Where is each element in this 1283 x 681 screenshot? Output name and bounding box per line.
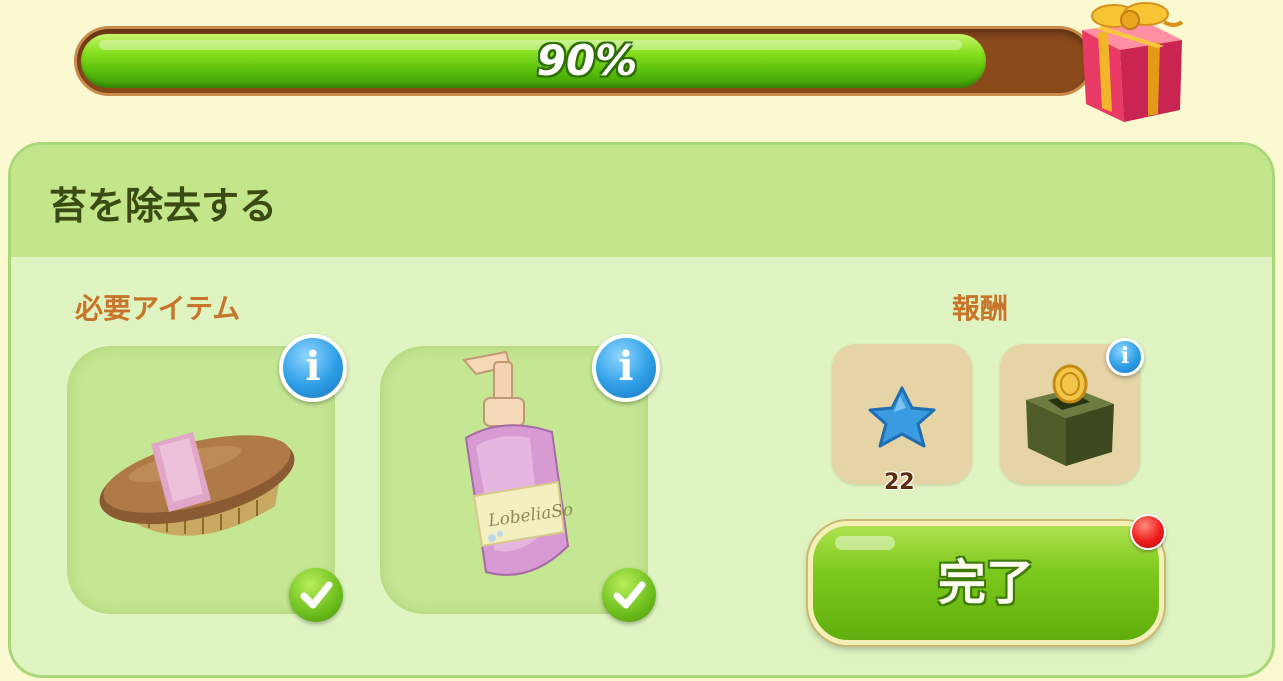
game-screen: 90% 苔を除去する 必要アイテム 報酬 i LobeliaSo i 22 i … <box>0 0 1283 681</box>
reward-count: 22 <box>884 470 915 495</box>
panel-header: 苔を除去する <box>11 145 1272 257</box>
info-icon[interactable]: i <box>592 334 660 402</box>
soap-bottle-icon: LobeliaSo <box>462 350 574 576</box>
info-icon[interactable]: i <box>1106 338 1144 376</box>
reward-item-coin-box[interactable]: i <box>1000 338 1144 484</box>
complete-button[interactable]: 完了 <box>808 521 1164 645</box>
task-title: 苔を除去する <box>49 184 278 228</box>
check-icon <box>602 568 656 622</box>
progress-bar: 90% <box>74 26 1094 96</box>
info-icon[interactable]: i <box>279 334 347 402</box>
check-icon <box>289 568 343 622</box>
notification-dot <box>1130 514 1166 550</box>
required-item-brush[interactable]: i <box>67 334 347 622</box>
required-item-soap[interactable]: LobeliaSo i <box>380 334 660 622</box>
blue-star-icon <box>868 386 936 448</box>
complete-button-label: 完了 <box>937 555 1034 611</box>
gift-box-icon[interactable] <box>1068 0 1198 130</box>
reward-item-star[interactable] <box>832 344 972 484</box>
required-items-label: 必要アイテム <box>75 292 241 325</box>
reward-label: 報酬 <box>952 292 1009 325</box>
coin-box-icon <box>1026 364 1114 466</box>
brush-icon <box>99 432 295 536</box>
progress-percent: 90% <box>536 36 638 85</box>
